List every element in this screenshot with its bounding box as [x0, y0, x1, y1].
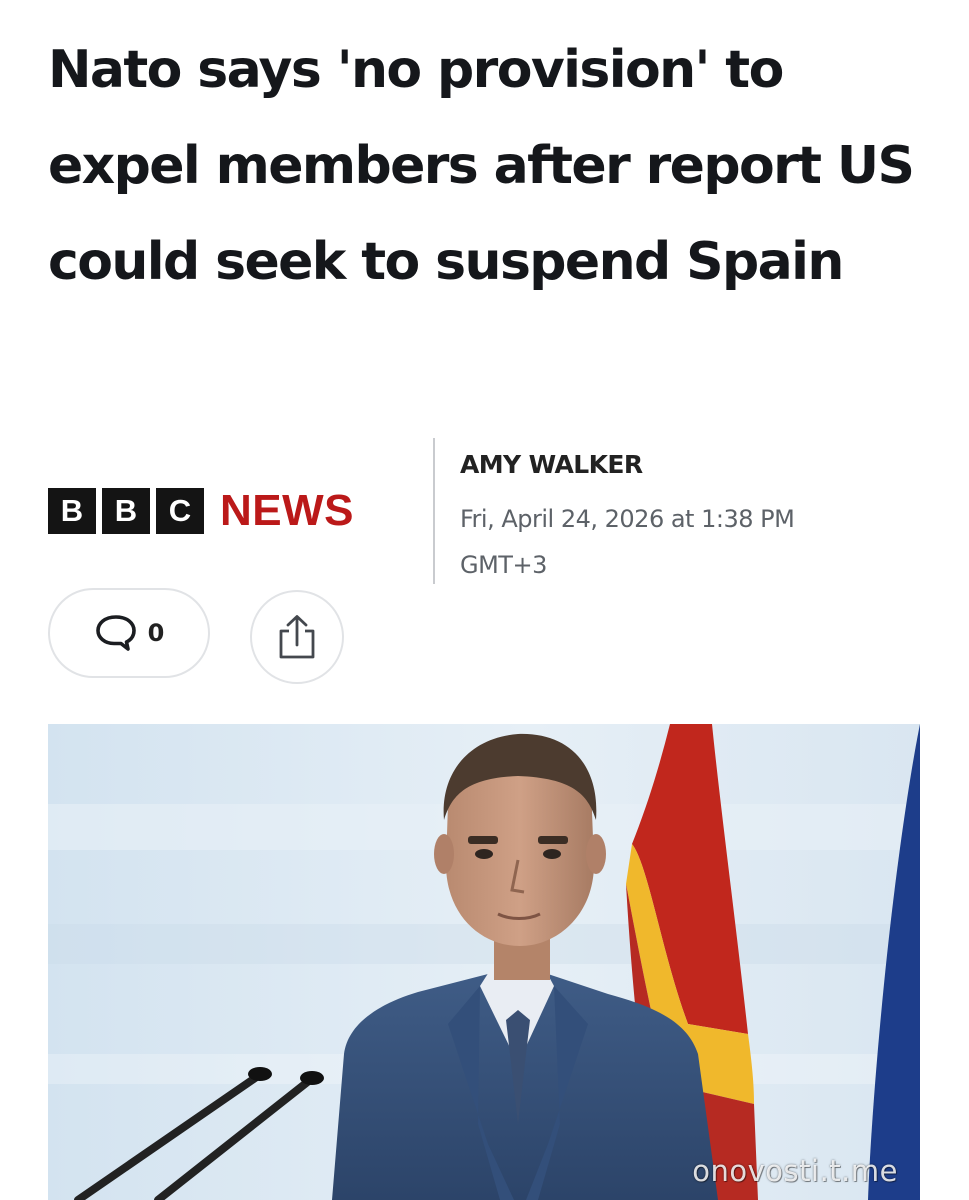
article-headline: Nato says 'no provision' to expel member…: [48, 40, 915, 292]
comments-button[interactable]: 0: [48, 588, 210, 678]
photo-illustration: [48, 724, 920, 1200]
publish-date: Fri, April 24, 2026 at 1:38 PM GMT+3: [460, 505, 795, 579]
author-name[interactable]: AMY WALKER: [460, 450, 643, 479]
article-photo: onovosti.t.me: [48, 724, 920, 1200]
speech-bubble-icon: [95, 615, 136, 651]
watermark-text: onovosti.t.me: [692, 1154, 898, 1188]
share-button[interactable]: [250, 590, 344, 684]
meta-divider: [433, 438, 435, 584]
bbc-logo-news-word: NEWS: [220, 486, 354, 535]
bbc-logo-block-b1: B: [48, 488, 96, 534]
share-icon: [279, 615, 315, 659]
bbc-news-logo[interactable]: B B C NEWS: [48, 488, 354, 534]
bbc-logo-block-c: C: [156, 488, 204, 534]
article-meta: B B C NEWS AMY WALKER Fri, April 24, 202…: [48, 438, 928, 584]
comment-count: 0: [147, 619, 165, 647]
bbc-logo-block-b2: B: [102, 488, 150, 534]
